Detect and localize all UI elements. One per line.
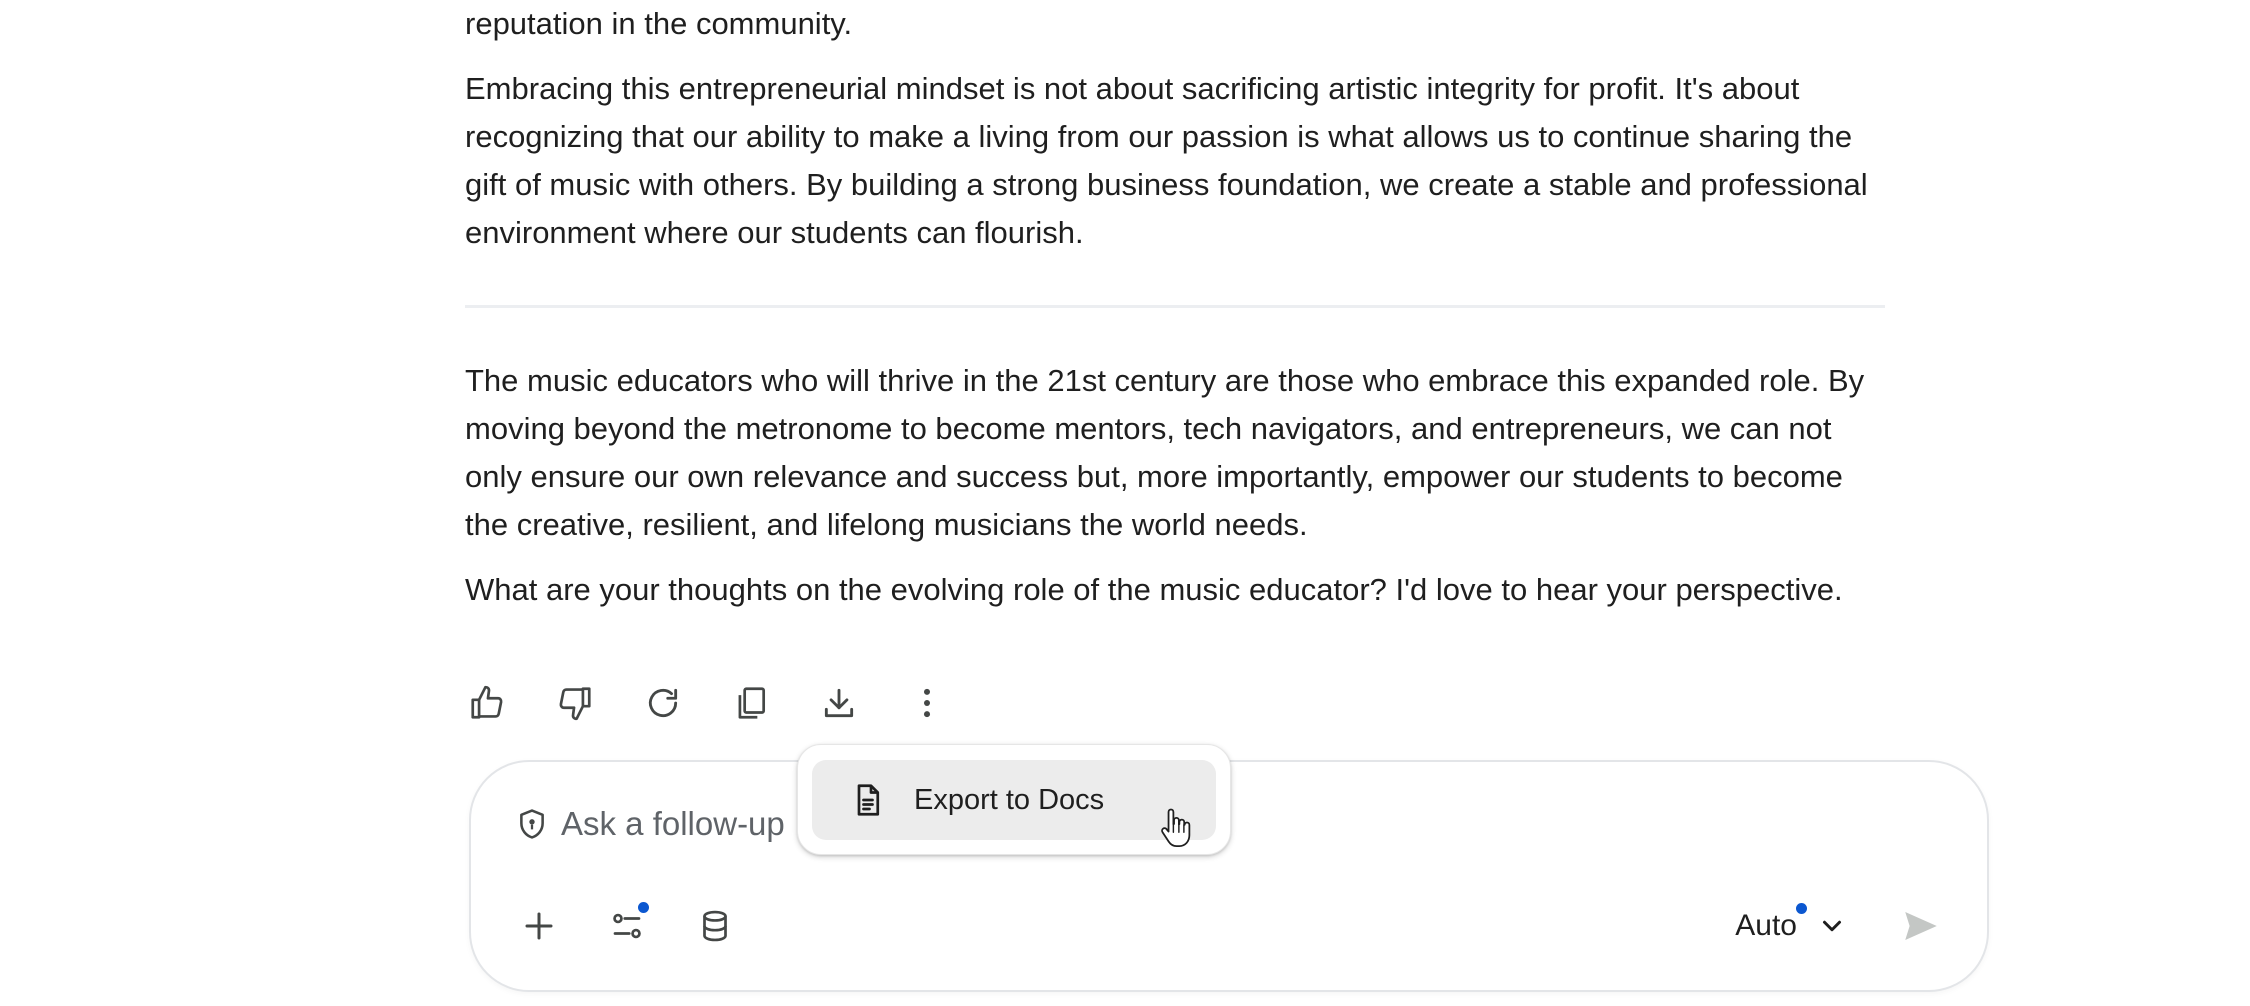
tools-button[interactable] [603, 902, 651, 950]
more-options-menu: Export to Docs [797, 744, 1231, 855]
model-selector[interactable]: Auto [1735, 902, 1847, 950]
composer-tools [515, 902, 779, 950]
model-label: Auto [1735, 903, 1807, 943]
more-vert-icon [923, 688, 931, 718]
response-actions [465, 680, 993, 726]
plus-icon [525, 912, 553, 940]
copy-icon [738, 687, 766, 719]
response-paragraph: reputation in the community. [465, 6, 853, 41]
data-sources-button[interactable] [691, 902, 739, 950]
thumbs-up-icon [471, 685, 503, 719]
thumbs-down-icon [559, 687, 591, 721]
more-options-button[interactable] [905, 681, 949, 725]
notification-dot [1796, 903, 1807, 914]
model-label-text: Auto [1735, 909, 1797, 942]
database-icon [703, 910, 727, 942]
response-paragraph: What are your thoughts on the evolving r… [465, 572, 1843, 607]
response-paragraph: Embracing this entrepreneurial mindset i… [465, 71, 1868, 250]
section-divider [465, 305, 1885, 308]
send-icon [1905, 912, 1937, 940]
download-button[interactable] [817, 681, 861, 725]
tune-icon [613, 913, 641, 939]
add-button[interactable] [515, 902, 563, 950]
export-to-docs-item[interactable]: Export to Docs [812, 760, 1216, 840]
copy-button[interactable] [729, 681, 773, 725]
regenerate-button[interactable] [641, 681, 685, 725]
prompt-row[interactable]: Ask a follow-up [515, 800, 785, 848]
document-icon [857, 784, 880, 816]
follow-up-input[interactable]: Ask a follow-up [561, 805, 785, 843]
thumbs-down-button[interactable] [553, 681, 597, 725]
shield-icon [520, 809, 544, 839]
thumbs-up-button[interactable] [465, 681, 509, 725]
menu-item-label: Export to Docs [914, 783, 1105, 816]
notification-dot [638, 902, 649, 913]
chevron-down-icon [1823, 920, 1841, 932]
response-paragraph: The music educators who will thrive in t… [465, 363, 1865, 542]
chat-page: reputation in the community. Embracing t… [0, 0, 2250, 1006]
download-icon [824, 688, 854, 718]
regenerate-icon [648, 688, 678, 718]
send-button[interactable] [1895, 900, 1947, 952]
